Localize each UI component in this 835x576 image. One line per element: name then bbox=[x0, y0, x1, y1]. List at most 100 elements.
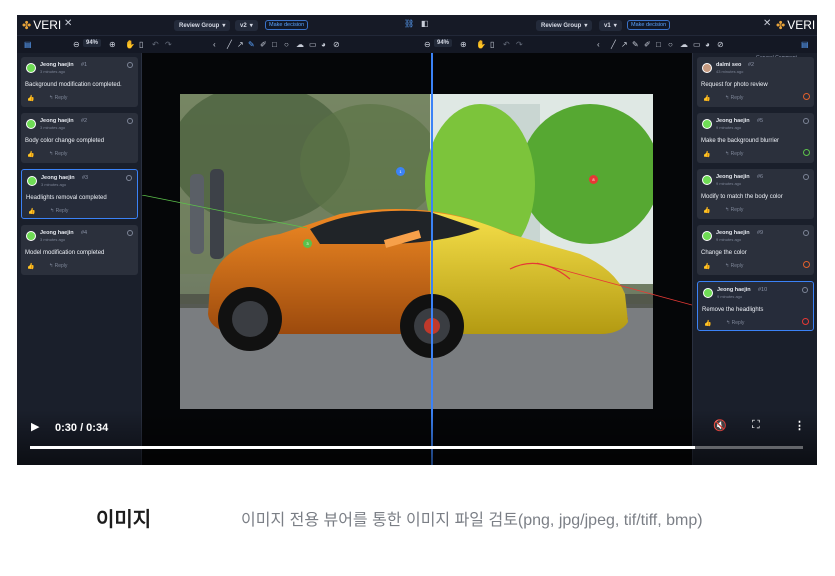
undo-icon[interactable]: ↶ bbox=[152, 40, 159, 49]
reply-button[interactable]: ↰ Reply bbox=[49, 151, 67, 157]
brush-tool-icon[interactable]: ✐ bbox=[644, 40, 651, 49]
cloud-tool-icon[interactable]: ☁ bbox=[680, 40, 688, 49]
status-icon[interactable] bbox=[803, 93, 810, 100]
compare-mode-icon[interactable]: ◧ bbox=[421, 19, 429, 28]
pen-tool-icon[interactable]: ✎ bbox=[248, 40, 255, 49]
options-icon[interactable] bbox=[803, 230, 809, 236]
status-icon[interactable] bbox=[802, 318, 809, 325]
left-review-group-select[interactable]: Review Group ▾ bbox=[174, 20, 231, 31]
thumbs-up-icon[interactable]: 👍 bbox=[703, 207, 710, 214]
zoom-out-icon[interactable]: ⊖ bbox=[73, 40, 80, 49]
options-icon[interactable] bbox=[127, 230, 133, 236]
mute-icon[interactable]: 🔇 bbox=[713, 419, 727, 432]
color-palette-icon[interactable]: ◕ bbox=[321, 40, 326, 49]
fullscreen-icon[interactable]: ⛶ bbox=[752, 419, 760, 432]
line-tool-icon[interactable]: ╱ bbox=[611, 40, 616, 49]
options-icon[interactable] bbox=[803, 118, 809, 124]
right-review-group-select[interactable]: Review Group ▾ bbox=[536, 20, 593, 31]
options-icon[interactable] bbox=[127, 62, 133, 68]
hide-annotations-icon[interactable]: ⊘ bbox=[333, 40, 340, 49]
reply-button[interactable]: ↰ Reply bbox=[725, 207, 743, 213]
hide-annotations-icon[interactable]: ⊘ bbox=[717, 40, 724, 49]
line-tool-icon[interactable]: ╱ bbox=[227, 40, 232, 49]
reply-button[interactable]: ↰ Reply bbox=[49, 95, 67, 101]
arrow-tool-icon[interactable]: ↗ bbox=[237, 40, 244, 49]
box-tool-icon[interactable]: ▭ bbox=[309, 40, 317, 49]
chevron-down-icon: ▾ bbox=[613, 23, 617, 29]
comment-card[interactable]: Jeong haejin #9 9 minutes ago Change the… bbox=[697, 225, 814, 275]
thumbs-up-icon[interactable]: 👍 bbox=[703, 95, 710, 102]
options-icon[interactable] bbox=[802, 287, 808, 293]
thumbs-up-icon[interactable]: 👍 bbox=[27, 151, 34, 158]
reply-button[interactable]: ↰ Reply bbox=[49, 263, 67, 269]
video-progress-bar[interactable] bbox=[30, 446, 803, 449]
annotation-pin-blue[interactable]: 1 bbox=[396, 167, 405, 176]
status-icon[interactable] bbox=[803, 149, 810, 156]
reply-button[interactable]: ↰ Reply bbox=[725, 151, 743, 157]
reply-button[interactable]: ↰ Reply bbox=[725, 95, 743, 101]
right-zoom-level[interactable]: 94% bbox=[434, 39, 453, 47]
veri-logo-icon: ✤ bbox=[22, 19, 32, 32]
comment-card-selected[interactable]: Jeong haejin #10 9 minutes ago Remove th… bbox=[697, 281, 814, 331]
left-zoom-level[interactable]: 94% bbox=[83, 39, 102, 47]
comment-card[interactable]: Jeong haejin #2 3 minutes ago Body color… bbox=[21, 113, 138, 163]
more-options-icon[interactable]: ⋮ bbox=[794, 419, 805, 432]
close-icon[interactable]: ✕ bbox=[64, 18, 72, 29]
left-version-select[interactable]: v2 ▾ bbox=[235, 20, 258, 31]
close-icon[interactable]: ✕ bbox=[763, 18, 771, 29]
document-icon[interactable]: ▯ bbox=[490, 40, 494, 49]
video-controls bbox=[17, 410, 817, 465]
options-icon[interactable] bbox=[803, 174, 809, 180]
comment-card[interactable]: Jeong haejin #4 3 minutes ago Model modi… bbox=[21, 225, 138, 275]
color-palette-icon[interactable]: ◕ bbox=[705, 40, 710, 49]
reply-button[interactable]: ↰ Reply bbox=[725, 263, 743, 269]
sync-link-icon[interactable]: ⛓ bbox=[404, 19, 414, 28]
cloud-tool-icon[interactable]: ☁ bbox=[296, 40, 304, 49]
avatar bbox=[702, 175, 712, 185]
thumbs-up-icon[interactable]: 👍 bbox=[27, 95, 34, 102]
comment-card[interactable]: Jeong haejin #6 9 minutes ago Modify to … bbox=[697, 169, 814, 219]
brand-logo: ✤ VERI bbox=[22, 18, 62, 32]
hand-icon[interactable]: ✋ bbox=[125, 40, 135, 49]
annotation-pin-red[interactable]: 8 bbox=[589, 175, 598, 184]
rectangle-tool-icon[interactable]: □ bbox=[656, 40, 661, 49]
thumbs-up-icon[interactable]: 👍 bbox=[703, 151, 710, 158]
rectangle-tool-icon[interactable]: □ bbox=[272, 40, 277, 49]
zoom-in-icon[interactable]: ⊕ bbox=[460, 40, 467, 49]
document-icon[interactable]: ▯ bbox=[139, 40, 143, 49]
comment-card[interactable]: dalmi seo #2 43 minutes ago Request for … bbox=[697, 57, 814, 107]
video-progress-fill bbox=[30, 446, 695, 449]
reply-button[interactable]: ↰ Reply bbox=[726, 320, 744, 326]
play-icon[interactable]: ▶ bbox=[31, 420, 39, 433]
zoom-in-icon[interactable]: ⊕ bbox=[109, 40, 116, 49]
chevron-left-icon[interactable]: ‹ bbox=[597, 40, 600, 49]
undo-icon[interactable]: ↶ bbox=[503, 40, 510, 49]
thumbs-up-icon[interactable]: 👍 bbox=[28, 208, 35, 215]
zoom-out-icon[interactable]: ⊖ bbox=[424, 40, 431, 49]
comment-card[interactable]: Jeong haejin #5 9 minutes ago Make the b… bbox=[697, 113, 814, 163]
comment-card[interactable]: Jeong haejin #1 3 minutes ago Background… bbox=[21, 57, 138, 107]
chevron-left-icon[interactable]: ‹ bbox=[213, 40, 216, 49]
circle-tool-icon[interactable]: ○ bbox=[668, 40, 673, 49]
right-version-select[interactable]: v1 ▾ bbox=[599, 20, 622, 31]
left-make-decision-button[interactable]: Make decision bbox=[265, 20, 309, 30]
comments-panel-icon[interactable]: ▤ bbox=[24, 40, 32, 49]
arrow-tool-icon[interactable]: ↗ bbox=[621, 40, 628, 49]
circle-tool-icon[interactable]: ○ bbox=[284, 40, 289, 49]
reply-button[interactable]: ↰ Reply bbox=[50, 208, 68, 214]
thumbs-up-icon[interactable]: 👍 bbox=[703, 263, 710, 270]
status-icon[interactable] bbox=[803, 261, 810, 268]
right-make-decision-button[interactable]: Make decision bbox=[627, 20, 671, 30]
options-icon[interactable] bbox=[126, 175, 132, 181]
comment-card-selected[interactable]: Jeong haejin #3 3 minutes ago Headlights… bbox=[21, 169, 138, 219]
pen-tool-icon[interactable]: ✎ bbox=[632, 40, 639, 49]
redo-icon[interactable]: ↷ bbox=[165, 40, 172, 49]
options-icon[interactable] bbox=[127, 118, 133, 124]
thumbs-up-icon[interactable]: 👍 bbox=[704, 320, 711, 327]
thumbs-up-icon[interactable]: 👍 bbox=[27, 263, 34, 270]
hand-icon[interactable]: ✋ bbox=[476, 40, 486, 49]
redo-icon[interactable]: ↷ bbox=[516, 40, 523, 49]
comments-panel-icon[interactable]: ▤ bbox=[801, 40, 809, 49]
brush-tool-icon[interactable]: ✐ bbox=[260, 40, 267, 49]
box-tool-icon[interactable]: ▭ bbox=[693, 40, 701, 49]
